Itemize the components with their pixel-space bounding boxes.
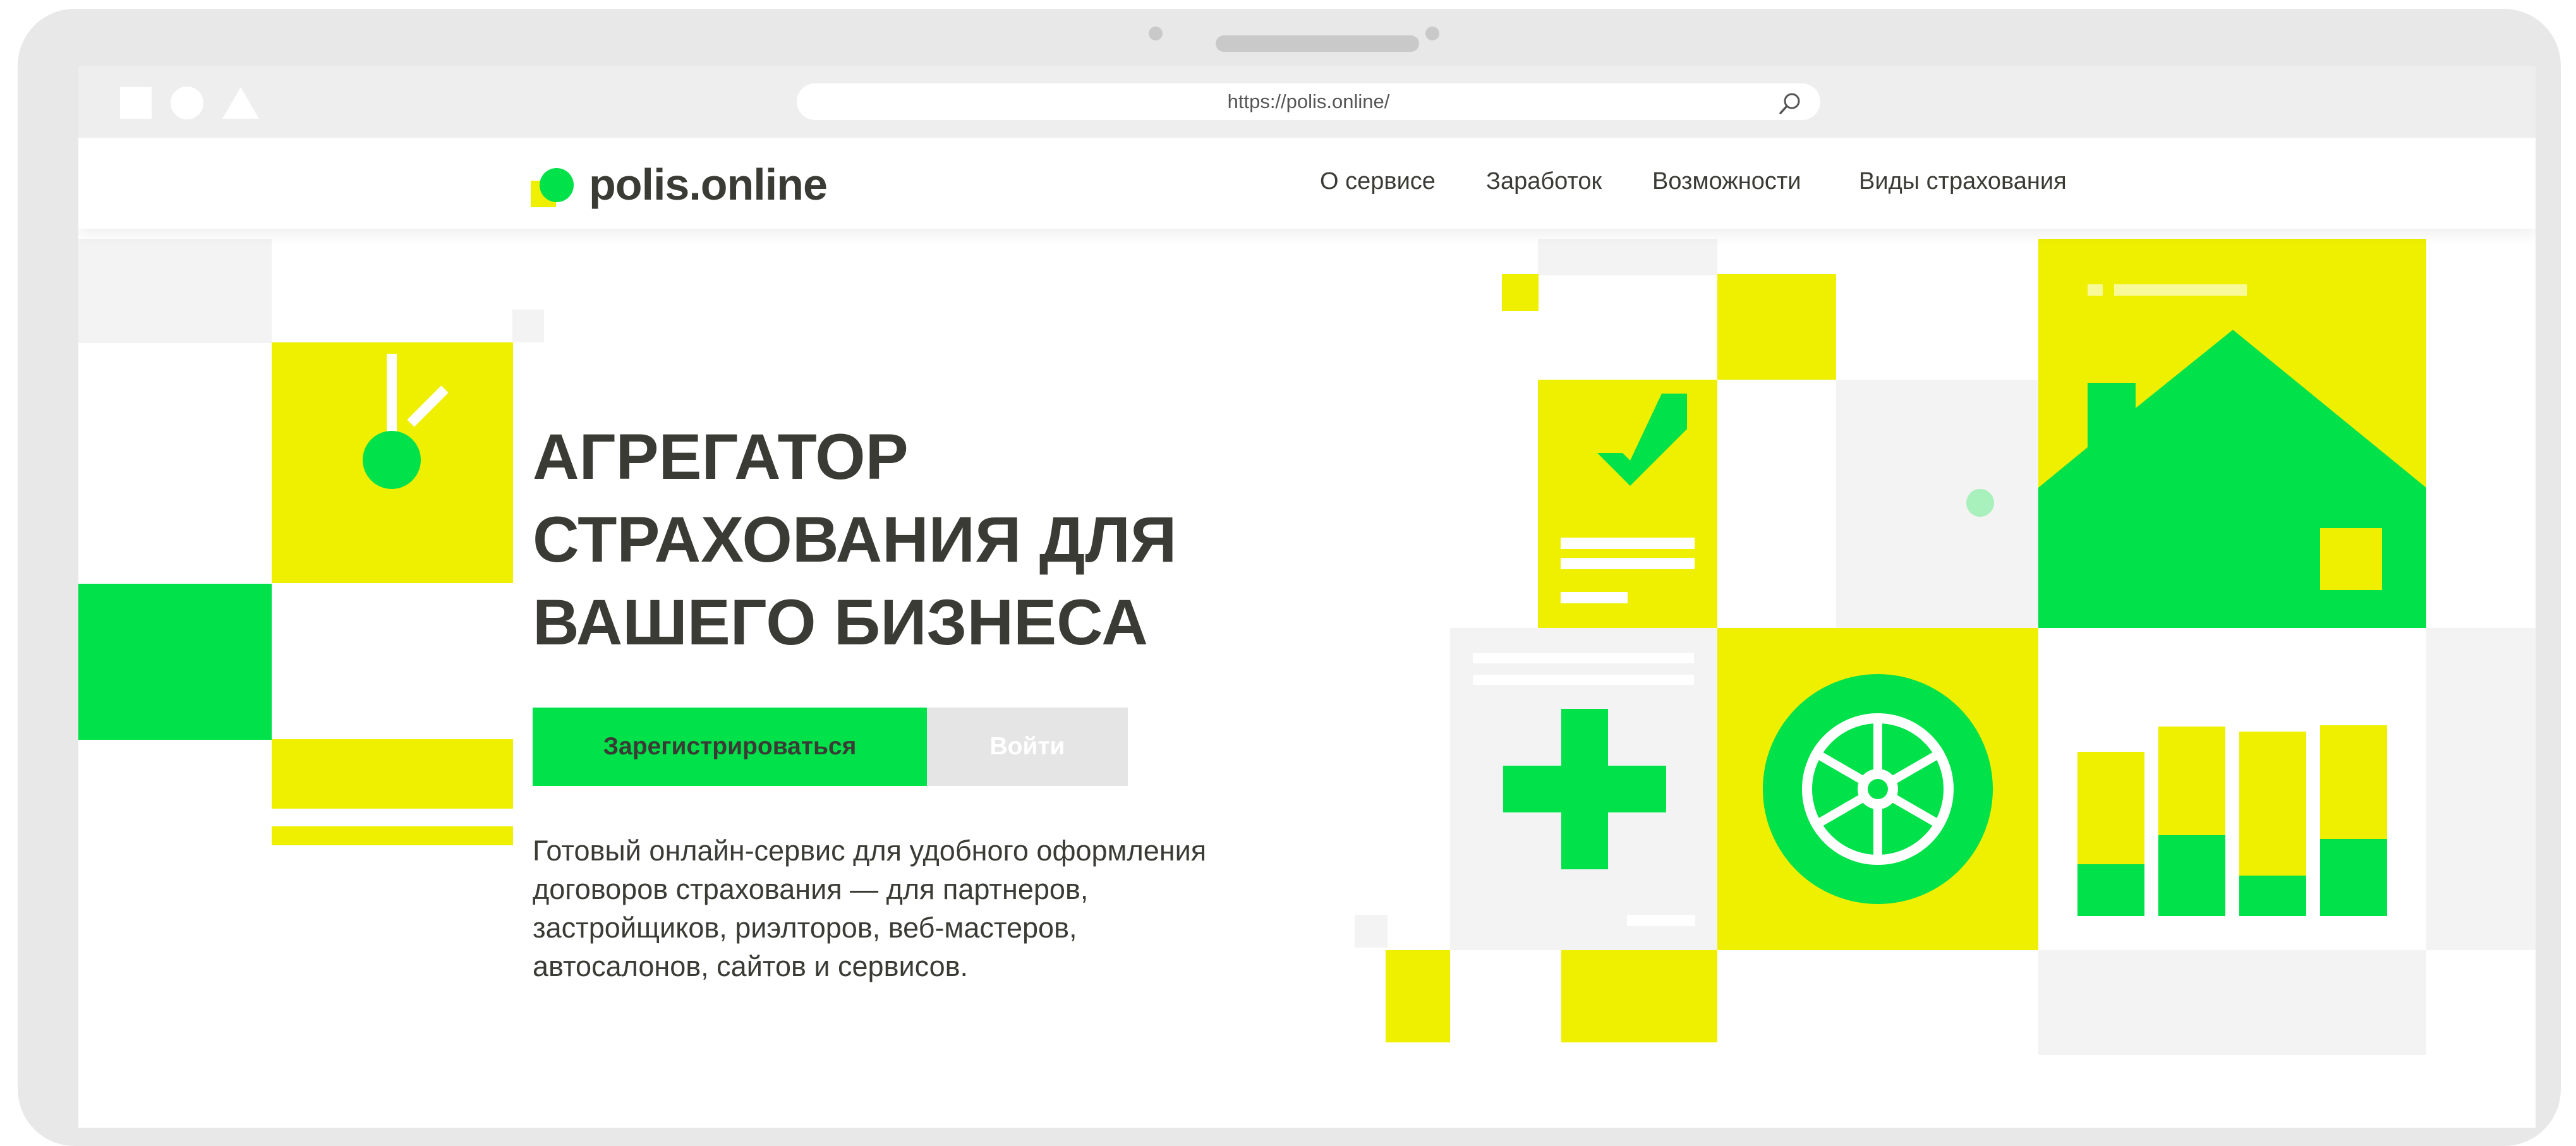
decor-gray-small-2 bbox=[1355, 915, 1388, 948]
wheel-icon bbox=[1763, 674, 1993, 904]
decor-green-block bbox=[78, 584, 272, 740]
dot-icon bbox=[1966, 489, 1994, 517]
logo-text: polis.online bbox=[589, 160, 828, 209]
decor-white-tile bbox=[1717, 380, 1836, 628]
web-page: polis.online О сервисе Заработок Возможн… bbox=[78, 138, 2536, 1128]
browser-toolbar-icons bbox=[120, 87, 259, 119]
decor-gray-small bbox=[512, 310, 544, 342]
decor-gray-tile bbox=[1836, 380, 2038, 628]
address-bar[interactable]: https://polis.online/ bbox=[797, 83, 1820, 120]
site-header: polis.online О сервисе Заработок Возможн… bbox=[78, 138, 2536, 229]
decor-gray-block bbox=[78, 239, 272, 343]
speaker-grille bbox=[1216, 35, 1419, 52]
hero-title-line-2: СТРАХОВАНИЯ ДЛЯ bbox=[533, 504, 1177, 576]
clock-tile bbox=[272, 342, 513, 583]
checkmark-document-icon bbox=[1561, 394, 1695, 603]
search-icon[interactable] bbox=[1777, 91, 1803, 116]
register-button[interactable]: Зарегистрироваться bbox=[533, 708, 927, 786]
decor-gray-top bbox=[1538, 239, 1717, 275]
house-tile bbox=[2038, 239, 2426, 628]
login-button[interactable]: Войти bbox=[927, 708, 1128, 786]
document-tile bbox=[1538, 380, 1717, 628]
browser-window: https://polis.online/ polis.online О сер… bbox=[78, 66, 2536, 1128]
site-logo[interactable]: polis.online bbox=[531, 157, 859, 214]
description-line-2: договоров страхования — для партнеров, bbox=[533, 873, 1089, 905]
description-line-3: застройщиков, риэлторов, веб-мастеров, bbox=[533, 912, 1077, 944]
triangle-icon[interactable] bbox=[222, 87, 259, 119]
medical-tile bbox=[1450, 628, 1717, 950]
decor-yellow-low-1 bbox=[1386, 950, 1450, 1042]
decor-yellow-tiny bbox=[1502, 274, 1539, 311]
decor-gray-edge bbox=[2426, 628, 2536, 950]
camera-dot bbox=[1149, 27, 1163, 40]
hero-description: Готовый онлайн-сервис для удобного оформ… bbox=[533, 831, 1354, 986]
sensor-dot bbox=[1425, 27, 1439, 40]
logo-green-dot bbox=[540, 168, 574, 202]
hero-title-line-3: ВАШЕГО БИЗНЕСА bbox=[533, 586, 1148, 658]
chart-tile bbox=[2038, 628, 2426, 950]
decor-yellow-stripe bbox=[272, 826, 513, 845]
nav-earnings[interactable]: Заработок bbox=[1486, 168, 1602, 195]
description-line-4: автосалонов, сайтов и сервисов. bbox=[533, 950, 969, 982]
house-icon bbox=[2038, 284, 2426, 628]
square-icon[interactable] bbox=[120, 87, 152, 119]
wheel-tile bbox=[1717, 628, 2038, 950]
decor-gray-low bbox=[2038, 950, 2426, 1055]
nav-about[interactable]: О сервисе bbox=[1320, 168, 1436, 195]
decor-yellow-low-2 bbox=[1561, 950, 1717, 1042]
circle-icon[interactable] bbox=[171, 87, 203, 119]
nav-features[interactable]: Возможности bbox=[1652, 168, 1801, 195]
device-frame: https://polis.online/ polis.online О сер… bbox=[18, 9, 2561, 1146]
decor-yellow-square bbox=[1717, 274, 1836, 380]
description-line-1: Готовый онлайн-сервис для удобного оформ… bbox=[533, 835, 1207, 867]
hero-title-line-1: АГРЕГАТОР bbox=[533, 421, 909, 493]
clock-icon bbox=[363, 354, 449, 489]
hero-title: АГРЕГАТОР СТРАХОВАНИЯ ДЛЯ ВАШЕГО БИЗНЕСА bbox=[533, 416, 1176, 664]
nav-insurance-types[interactable]: Виды страхования bbox=[1859, 168, 2067, 195]
medical-cross-icon bbox=[1473, 653, 1695, 926]
bar-chart-icon bbox=[2077, 725, 2387, 916]
url-text[interactable]: https://polis.online/ bbox=[797, 83, 1820, 120]
decor-yellow-bar bbox=[272, 739, 513, 809]
